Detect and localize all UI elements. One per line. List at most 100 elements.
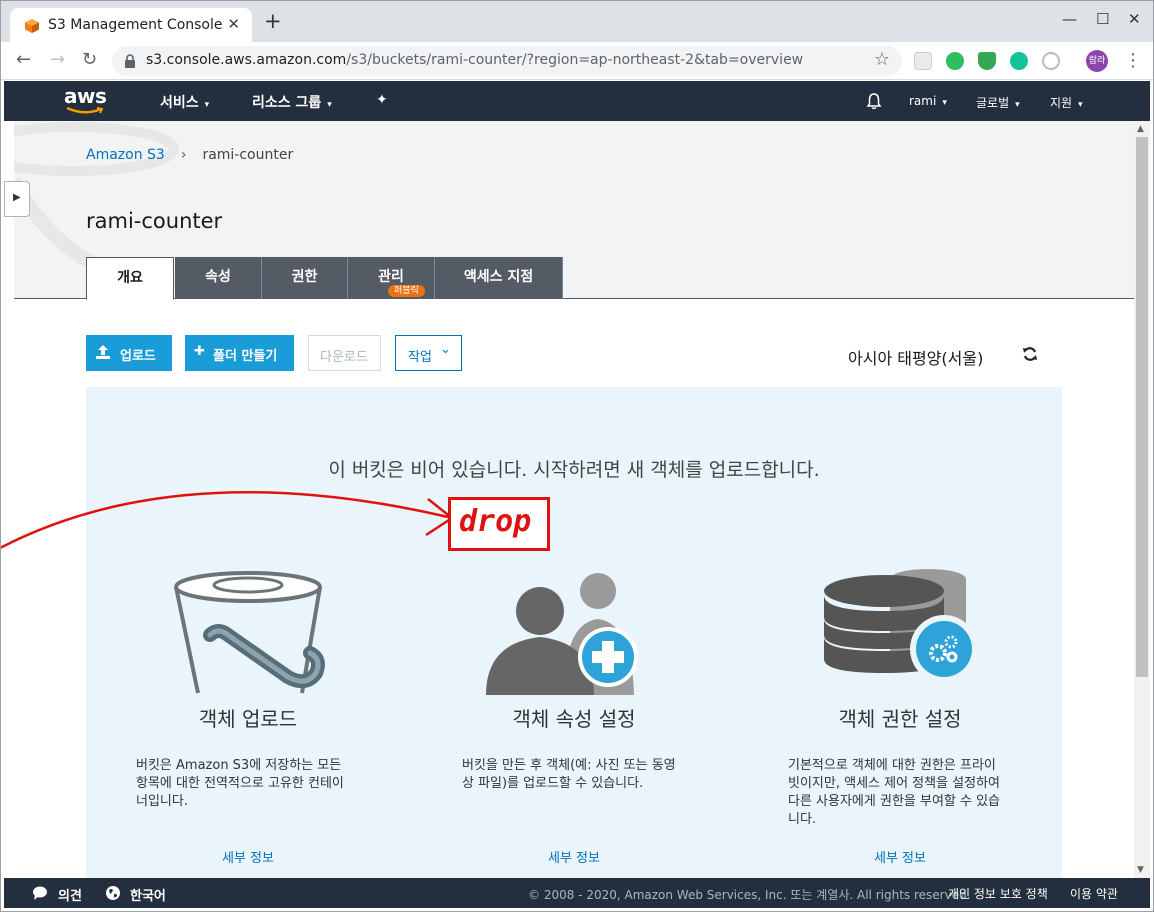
breadcrumb-amazon-s3-link[interactable]: Amazon S3 bbox=[86, 147, 165, 163]
card-title: 객체 업로드 bbox=[198, 707, 298, 731]
browser-menu-icon[interactable]: ⋮ bbox=[1124, 50, 1142, 71]
details-link-label: 세부 정보 bbox=[548, 851, 600, 866]
details-link-label: 세부 정보 bbox=[874, 851, 926, 866]
bell-icon[interactable] bbox=[866, 92, 882, 110]
card-description-line: 빗이지만, 액세스 제어 정책을 설정하여 bbox=[788, 776, 1001, 791]
card-description-line: 기본적으로 객체에 대한 권한은 프라이 bbox=[788, 758, 996, 773]
url-host: s3.console.aws.amazon.com bbox=[146, 52, 347, 68]
account-menu[interactable]: rami ▾ bbox=[909, 94, 947, 108]
upload-icon bbox=[96, 345, 110, 359]
evernote-extension-icon[interactable] bbox=[946, 52, 964, 70]
account-user-label: rami bbox=[909, 94, 937, 108]
database-settings-icon bbox=[824, 569, 978, 683]
tab-properties[interactable]: 속성 bbox=[175, 257, 262, 299]
upload-button[interactable]: 업로드 bbox=[86, 335, 172, 371]
upload-label: 업로드 bbox=[120, 349, 156, 364]
reload-button[interactable]: ↻ bbox=[82, 49, 97, 71]
grammarly-extension-icon[interactable] bbox=[1010, 52, 1028, 70]
services-label: 서비스 bbox=[160, 95, 199, 111]
lock-icon bbox=[125, 54, 135, 68]
extension-grid-icon[interactable] bbox=[914, 52, 932, 70]
aws-s3-favicon-icon bbox=[25, 19, 39, 33]
drop-annotation-box: drop bbox=[448, 497, 550, 551]
copyright-text: © 2008 - 2020, Amazon Web Services, Inc.… bbox=[528, 888, 971, 902]
details-link[interactable]: 세부 정보 bbox=[750, 847, 1050, 866]
details-link[interactable]: 세부 정보 bbox=[424, 847, 724, 866]
language-selector[interactable]: 한국어 bbox=[130, 885, 166, 904]
region-menu[interactable]: 글로벌 ▾ bbox=[976, 94, 1020, 111]
chevron-down-icon: ▾ bbox=[204, 100, 210, 110]
tab-label: 관리 bbox=[378, 269, 404, 285]
bucket-header: Amazon S3 › rami-counter rami-counter 개요 속… bbox=[14, 121, 1134, 300]
card-description-line: 버킷을 만든 후 객체(예: 사진 또는 동영 bbox=[462, 758, 676, 773]
actions-dropdown[interactable]: 작업 ⌄ bbox=[395, 335, 462, 371]
bucket-region: 아시아 태평양(서울) bbox=[848, 349, 984, 368]
aws-logo[interactable]: aws bbox=[64, 84, 107, 108]
scroll-up-arrow-icon[interactable]: ▲ bbox=[1137, 124, 1144, 134]
vertical-scrollbar[interactable]: ▲ ▼ bbox=[1134, 121, 1150, 878]
console-footer: 의견 한국어 © 2008 - 2020, Amazon Web Service… bbox=[4, 878, 1150, 908]
details-link-label: 세부 정보 bbox=[222, 851, 274, 866]
tab-permissions[interactable]: 권한 bbox=[262, 257, 348, 299]
services-menu[interactable]: 서비스 ▾ bbox=[160, 92, 209, 112]
card-description-line: 항목에 대한 전역적으로 고유한 컨테이 bbox=[136, 776, 344, 791]
scrollbar-thumb[interactable] bbox=[1136, 137, 1148, 677]
pin-icon[interactable]: ✦ bbox=[376, 92, 388, 108]
users-add-icon bbox=[486, 573, 638, 695]
chevron-right-icon: ▶ bbox=[13, 192, 21, 203]
tab-label: 권한 bbox=[291, 269, 318, 285]
profile-avatar[interactable]: 람라 bbox=[1086, 50, 1108, 72]
card-title: 객체 권한 설정 bbox=[838, 707, 962, 731]
download-label: 다운로드 bbox=[320, 350, 368, 365]
support-menu[interactable]: 지원 ▾ bbox=[1050, 94, 1083, 111]
terms-of-use-link[interactable]: 이용 약관 bbox=[1070, 885, 1118, 902]
bucket-icon bbox=[174, 571, 325, 694]
empty-bucket-message: 이 버킷은 비어 있습니다. 시작하려면 새 객체를 업로드합니다. bbox=[328, 459, 820, 481]
create-folder-button[interactable]: ✚ 폴더 만들기 bbox=[185, 335, 294, 371]
chevron-down-icon: ▾ bbox=[1015, 100, 1020, 110]
close-window-button[interactable]: ✕ bbox=[1128, 10, 1141, 28]
chevron-down-icon: ▾ bbox=[327, 100, 332, 110]
tab-label: 속성 bbox=[205, 269, 231, 285]
chevron-down-icon: ⌄ bbox=[440, 342, 451, 357]
refresh-icon[interactable] bbox=[1022, 346, 1038, 362]
side-panel-toggle[interactable]: ▶ bbox=[4, 181, 30, 217]
create-folder-label: 폴더 만들기 bbox=[213, 349, 278, 364]
resource-groups-menu[interactable]: 리소스 그룹 ▾ bbox=[252, 92, 332, 112]
speech-bubble-icon bbox=[33, 886, 47, 900]
page-title: rami-counter bbox=[86, 209, 223, 233]
card-description-line: 버킷은 Amazon S3에 저장하는 모든 bbox=[136, 758, 342, 773]
actions-label: 작업 bbox=[408, 350, 432, 365]
back-button[interactable]: ← bbox=[16, 49, 31, 71]
resource-groups-label: 리소스 그룹 bbox=[252, 95, 322, 111]
details-link[interactable]: 세부 정보 bbox=[98, 847, 398, 866]
tab-management[interactable]: 관리 퍼블릭 bbox=[348, 257, 435, 299]
scroll-down-arrow-icon[interactable]: ▼ bbox=[1137, 865, 1144, 875]
breadcrumb-separator: › bbox=[180, 147, 187, 163]
maximize-window-button[interactable]: ☐ bbox=[1096, 10, 1109, 28]
address-bar[interactable]: s3.console.aws.amazon.com/s3/buckets/ram… bbox=[112, 46, 902, 76]
feedback-link[interactable]: 의견 bbox=[58, 885, 82, 904]
browser-tab[interactable]: S3 Management Console ✕ bbox=[10, 8, 252, 42]
card-description-line: 상 파일)를 업로드할 수 있습니다. bbox=[462, 776, 644, 791]
card-description: 버킷을 만든 후 객체(예: 사진 또는 동영 상 파일)를 업로드할 수 있습… bbox=[462, 757, 676, 793]
tab-overview[interactable]: 개요 bbox=[86, 257, 174, 300]
chevron-down-icon: ▾ bbox=[1078, 100, 1083, 110]
forward-button[interactable]: → bbox=[50, 49, 65, 71]
download-button[interactable]: 다운로드 bbox=[308, 335, 381, 371]
new-tab-button[interactable]: + bbox=[264, 11, 282, 32]
page-content: Amazon S3 › rami-counter rami-counter 개요 속… bbox=[14, 121, 1134, 878]
tab-label: 액세스 지점 bbox=[463, 269, 534, 285]
shield-extension-icon[interactable] bbox=[978, 52, 996, 70]
card-description-line: 다른 사용자에게 권한을 부여할 수 있습 bbox=[788, 794, 1001, 809]
drop-annotation-label: drop bbox=[459, 504, 532, 539]
timer-extension-icon[interactable] bbox=[1042, 52, 1060, 70]
browser-tab-title: S3 Management Console bbox=[48, 17, 223, 33]
empty-bucket-panel: 이 버킷은 비어 있습니다. 시작하려면 새 객체를 업로드합니다. 객체 업로… bbox=[86, 387, 1062, 878]
card-description-line: 니다. bbox=[788, 812, 817, 827]
close-tab-icon[interactable]: ✕ bbox=[227, 15, 240, 33]
minimize-window-button[interactable]: — bbox=[1062, 10, 1077, 28]
tab-access-points[interactable]: 액세스 지점 bbox=[435, 257, 563, 299]
privacy-policy-link[interactable]: 개인 정보 보호 정책 bbox=[948, 885, 1048, 902]
bookmark-star-icon[interactable]: ☆ bbox=[874, 49, 890, 70]
